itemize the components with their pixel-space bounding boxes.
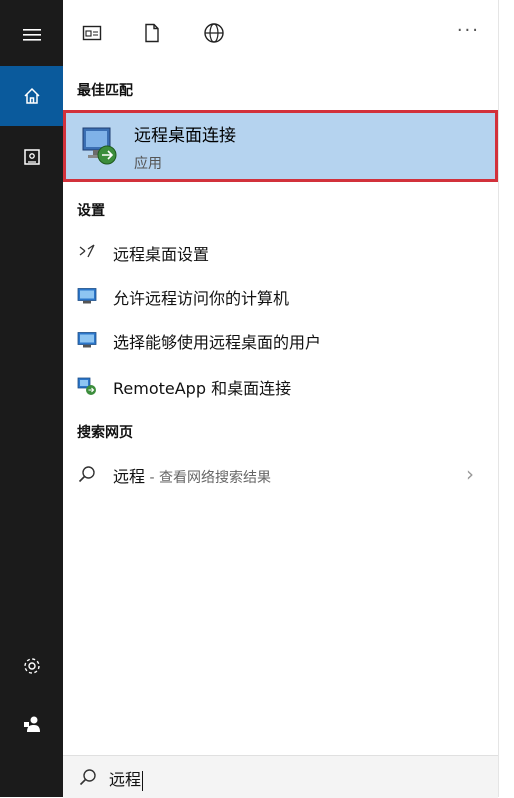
text-cursor [142,770,144,791]
settings-heading: 设置 [77,203,105,219]
web-search-suffix: - 查看网络搜索结果 [145,470,271,486]
chevron-right-icon[interactable]: › [466,462,474,486]
globe-icon [204,23,224,43]
home-icon [23,87,40,104]
monitor-icon [77,332,97,348]
web-filter-button[interactable] [197,18,231,48]
search-box[interactable]: 远程 [63,755,498,798]
web-search-heading: 搜索网页 [77,425,133,441]
settings-item-remoteapp[interactable]: RemoteApp 和桌面连接 [63,364,498,408]
best-match-subtitle: 应用 [134,156,162,172]
notebook-icon [23,149,40,165]
remoteapp-icon [77,377,96,395]
web-search-item[interactable]: 远程 - 查看网络搜索结果 › [63,452,498,496]
right-edge [498,0,514,797]
monitor-icon [77,288,97,304]
settings-icon [23,658,40,674]
apps-filter-button[interactable] [75,18,109,48]
remote-settings-icon [79,244,95,258]
document-icon [145,23,159,43]
search-icon [79,769,96,786]
settings-item-choose-users[interactable]: 选择能够使用远程桌面的用户 [63,318,498,362]
best-match-heading: 最佳匹配 [77,83,133,99]
settings-button[interactable] [0,636,63,696]
user-button[interactable] [0,694,63,754]
app-window-icon [82,25,102,41]
home-button[interactable] [0,66,63,126]
more-icon[interactable]: ··· [457,20,480,41]
best-match-item[interactable]: 远程桌面连接 应用 [63,110,498,182]
remote-desktop-icon [82,127,117,165]
settings-item-label: 选择能够使用远程桌面的用户 [113,333,322,352]
search-input[interactable]: 远程 [109,770,141,789]
web-search-query: 远程 [113,467,146,486]
menu-button[interactable] [0,5,63,65]
search-results-panel: ··· 最佳匹配 远程桌面连接 应用 设置 远程桌面设置 允许远程访问你的计算机… [63,0,498,798]
settings-item-allow-remote-access[interactable]: 允许远程访问你的计算机 [63,274,498,318]
search-icon [78,466,95,483]
settings-item-label: 允许远程访问你的计算机 [113,289,290,308]
settings-item-remote-desktop-settings[interactable]: 远程桌面设置 [63,230,498,274]
user-icon [23,716,40,732]
best-match-title: 远程桌面连接 [134,126,236,146]
filter-toolbar: ··· [63,0,498,64]
sidebar [0,0,63,797]
settings-item-label: 远程桌面设置 [113,245,210,264]
hamburger-icon [22,29,41,41]
settings-item-label: RemoteApp 和桌面连接 [113,379,292,398]
documents-filter-button[interactable] [135,18,169,48]
notebook-button[interactable] [0,127,63,187]
